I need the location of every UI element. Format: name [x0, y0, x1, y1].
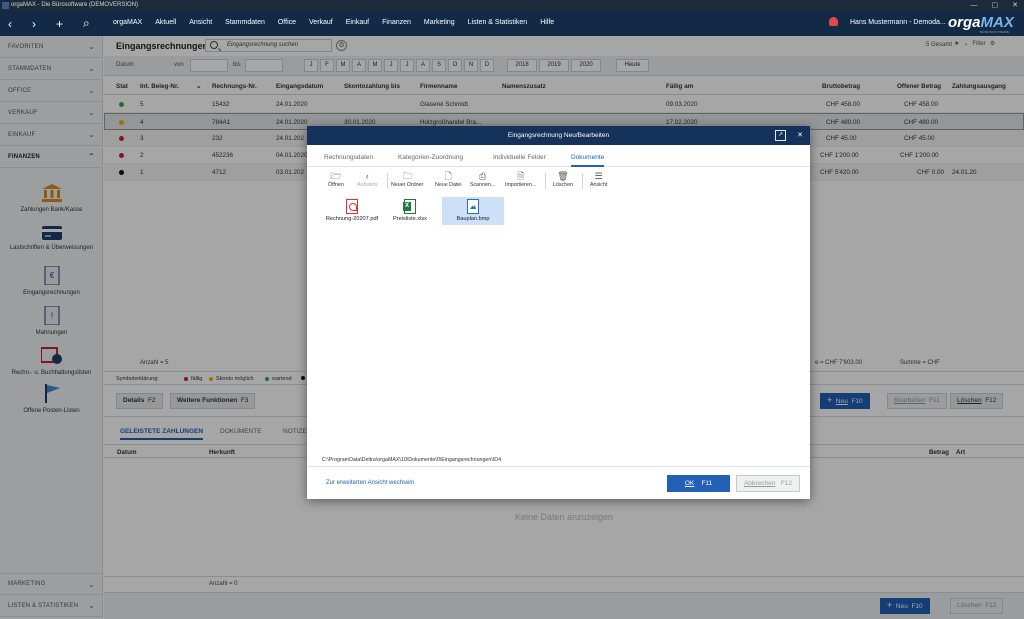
- new-file-icon: 🗋: [444, 171, 452, 181]
- menu-hilfe[interactable]: Hilfe: [540, 19, 554, 26]
- view-icon: ☰: [594, 171, 603, 181]
- add-icon[interactable]: +: [56, 17, 63, 31]
- popout-icon[interactable]: ↗: [775, 130, 786, 141]
- ok-button[interactable]: OK F11: [667, 475, 730, 492]
- app-logo-icon: [2, 2, 9, 9]
- folder-open-icon: 🗁: [330, 171, 342, 181]
- menubar: ‹ › + ⌕ orgaMAX Aktuell Ansicht Stammdat…: [0, 11, 1024, 36]
- back-icon[interactable]: ‹: [8, 17, 12, 31]
- menu-einkauf[interactable]: Einkauf: [346, 19, 369, 26]
- window-title: orgaMAX - Die Bürosoftware (DEMOVERSION): [11, 2, 139, 8]
- file-item[interactable]: Preisliste.xlsx: [379, 197, 441, 225]
- toolbar-separator: [582, 173, 583, 189]
- modal-header: Eingangsrechnung Neu/Bearbeiten ↗ ✕: [307, 126, 810, 145]
- brand-logo: orgaMAX BÜROSOFTWARE: [948, 14, 1014, 34]
- forward-icon[interactable]: ›: [32, 17, 36, 31]
- modal-title: Eingangsrechnung Neu/Bearbeiten: [507, 132, 610, 139]
- menu-verkauf[interactable]: Verkauf: [309, 19, 333, 26]
- menu-stammdaten[interactable]: Stammdaten: [225, 19, 265, 26]
- trash-icon: 🗑: [557, 171, 569, 181]
- modal-footer: Zur erweiterten Ansicht wechseln OK F11 …: [307, 466, 810, 499]
- toolbar-import[interactable]: 🗎 Importieren...: [505, 171, 536, 188]
- user-name[interactable]: Hans Mustermann - Demoda...: [850, 19, 946, 26]
- main-menu: orgaMAX Aktuell Ansicht Stammdaten Offic…: [113, 19, 554, 26]
- tab-kategorien[interactable]: Kategorien-Zuordnung: [398, 154, 463, 161]
- minimize-icon[interactable]: —: [971, 2, 978, 9]
- folder-path: C:\ProgramData\Deltra\orgaMAX\10\Dokumen…: [322, 457, 502, 463]
- document-toolbar: 🗁 Öffnen ‹ Aufwärts 🗀 Neuer Ordner 🗋 Neue Da…: [307, 169, 810, 196]
- modal-dialog: Eingangsrechnung Neu/Bearbeiten ↗ ✕ Rech…: [307, 126, 810, 499]
- menu-marketing[interactable]: Marketing: [424, 19, 455, 26]
- modal-tabs: Rechnungsdaten Kategorien-Zuordnung Indi…: [307, 145, 810, 167]
- import-icon: 🗎: [516, 171, 525, 181]
- chevron-left-icon: ‹: [365, 171, 369, 181]
- scanner-icon: ⎙: [479, 171, 487, 181]
- toolbar-delete[interactable]: 🗑 Löschen: [553, 171, 573, 188]
- excel-file-icon: [403, 199, 416, 214]
- menu-listen-statistiken[interactable]: Listen & Statistiken: [468, 19, 528, 26]
- toolbar-up[interactable]: ‹ Aufwärts: [357, 171, 378, 188]
- toolbar-scan[interactable]: ⎙ Scannen...: [470, 171, 495, 188]
- menu-office[interactable]: Office: [278, 19, 296, 26]
- toolbar-separator: [387, 173, 388, 189]
- close-icon[interactable]: ✕: [797, 126, 803, 145]
- toolbar-new-folder[interactable]: 🗀 Neuer Ordner: [391, 171, 423, 188]
- file-item[interactable]: Rechnung-20207.pdf: [321, 197, 383, 225]
- window-controls: — ▢ ✕: [971, 1, 1019, 10]
- menu-aktuell[interactable]: Aktuell: [155, 19, 176, 26]
- abbrechen-button[interactable]: Abbrechen F12: [736, 475, 800, 492]
- close-icon[interactable]: ✕: [1012, 1, 1018, 9]
- toolbar-view[interactable]: ☰ Ansicht: [590, 171, 607, 188]
- tab-dokumente[interactable]: Dokumente: [571, 154, 605, 167]
- pdf-file-icon: [346, 199, 358, 214]
- tab-rechnungsdaten[interactable]: Rechnungsdaten: [324, 154, 373, 161]
- toolbar-separator: [545, 173, 546, 189]
- maximize-icon[interactable]: ▢: [992, 1, 999, 9]
- image-file-icon: [467, 199, 479, 214]
- extended-view-link[interactable]: Zur erweiterten Ansicht wechseln: [326, 480, 414, 486]
- menu-finanzen[interactable]: Finanzen: [382, 19, 411, 26]
- notification-icon[interactable]: [829, 17, 838, 26]
- window-titlebar: orgaMAX - Die Bürosoftware (DEMOVERSION)…: [0, 0, 1024, 11]
- menu-orgamax[interactable]: orgaMAX: [113, 19, 142, 26]
- folder-icon: 🗀: [402, 171, 412, 181]
- search-icon[interactable]: ⌕: [83, 16, 90, 31]
- tab-individuelle-felder[interactable]: Individuelle Felder: [493, 154, 546, 161]
- toolbar-open[interactable]: 🗁 Öffnen: [328, 171, 344, 188]
- menu-ansicht[interactable]: Ansicht: [189, 19, 212, 26]
- toolbar-new-file[interactable]: 🗋 Neue Datei: [435, 171, 462, 188]
- file-item-selected[interactable]: Bauplan.bmp: [442, 197, 504, 225]
- nav-buttons: ‹ › + ⌕: [8, 16, 90, 31]
